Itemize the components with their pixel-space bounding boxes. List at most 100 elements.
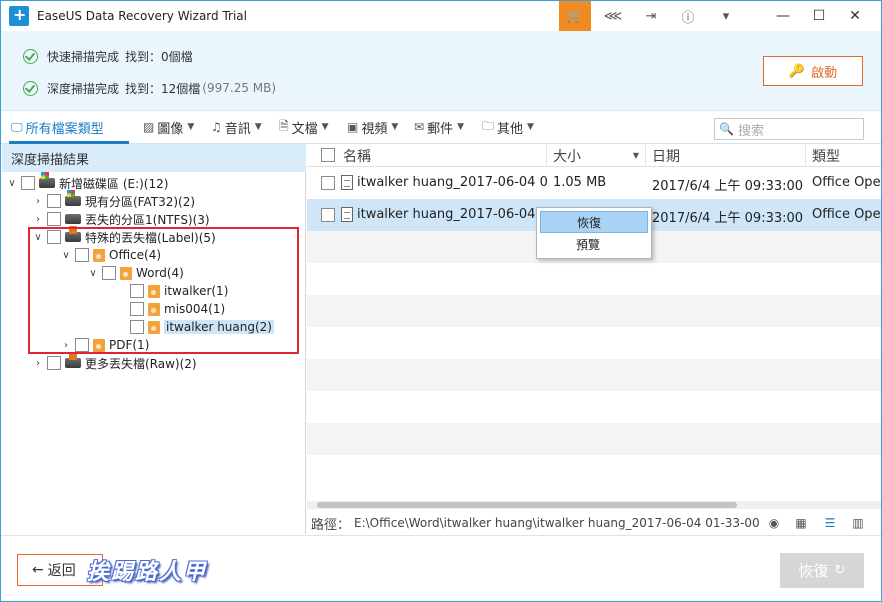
chevron-right-icon[interactable]: ›: [32, 214, 44, 225]
cart-icon[interactable]: 🛒: [559, 1, 591, 31]
file-name: itwalker huang_2017-06-04 01-...: [357, 207, 547, 222]
check-circle-icon: [23, 48, 38, 64]
recover-button-label: 恢復: [798, 562, 829, 580]
file-list-header: 名稱 大小 ▼ 日期 類型: [307, 144, 881, 167]
window-title: EaseUS Data Recovery Wizard Trial: [37, 9, 247, 23]
tree-checkbox[interactable]: [47, 194, 61, 208]
deep-scan-found: 找到：12個檔: [125, 81, 201, 96]
tree-checkbox[interactable]: [47, 356, 61, 370]
help-icon[interactable]: ⓘ: [672, 1, 704, 31]
chevron-down-icon: ▼: [254, 122, 262, 132]
empty-row: [307, 327, 881, 359]
column-label: 類型: [812, 148, 840, 165]
tab-all-file-types[interactable]: 🖵 所有檔案類型: [11, 117, 104, 137]
file-date: 2017/6/4 上午 09:33:00: [652, 211, 804, 226]
detail-view-icon[interactable]: ▥: [851, 516, 865, 530]
maximize-button[interactable]: ☐: [801, 1, 837, 31]
file-type: Office Open: [812, 175, 881, 190]
row-checkbox[interactable]: [321, 208, 335, 222]
tab-label: 郵件: [427, 121, 454, 137]
document-icon: 🗎: [279, 118, 289, 133]
recover-button[interactable]: 恢復 ↻: [780, 553, 864, 588]
chevron-right-icon[interactable]: ›: [32, 196, 44, 207]
column-date[interactable]: 日期: [646, 144, 806, 167]
tree-item-label: 現有分區(FAT32)(2): [85, 194, 196, 209]
context-menu: 恢復 預覽: [536, 207, 652, 259]
tree-item-label: 丟失的分區1(NTFS)(3): [85, 212, 210, 227]
highlight-annotation-box: [28, 227, 299, 354]
column-label: 日期: [652, 148, 680, 165]
video-icon: ▣: [347, 120, 359, 134]
file-size: 1.05 MB: [553, 175, 607, 190]
chevron-down-icon: ▼: [321, 122, 329, 132]
tab-label: 文檔: [291, 121, 318, 137]
tree-item-more-lost-raw[interactable]: › 更多丟失檔(Raw)(2): [32, 352, 197, 372]
check-circle-icon: [23, 80, 38, 96]
chevron-right-icon[interactable]: ›: [32, 358, 44, 369]
empty-row: [307, 423, 881, 455]
chevron-down-icon[interactable]: ∨: [6, 178, 18, 189]
deep-scan-size: (997.25 MB): [202, 81, 277, 95]
drive-icon: [65, 190, 81, 206]
tab-other[interactable]: 🗀 其他 ▼: [482, 117, 534, 137]
table-row[interactable]: itwalker huang_2017-06-04 01-... 1.05 MB…: [307, 167, 881, 199]
tab-video[interactable]: ▣ 視頻 ▼: [347, 117, 398, 137]
column-label: 名稱: [343, 148, 371, 165]
quick-scan-found: 找到：0個檔: [125, 49, 193, 64]
drive-icon: [65, 214, 81, 224]
empty-row: [307, 295, 881, 327]
login-icon[interactable]: ⇥: [635, 1, 667, 31]
share-icon[interactable]: ⋘: [597, 1, 629, 31]
close-button[interactable]: ✕: [837, 1, 873, 31]
tree-item-fat32[interactable]: › 現有分區(FAT32)(2): [32, 190, 196, 210]
search-input[interactable]: 🔍 搜索: [714, 118, 864, 140]
mail-icon: ✉: [414, 120, 425, 134]
list-view-icon[interactable]: ☰: [823, 516, 837, 530]
file-date: 2017/6/4 上午 09:33:00: [652, 179, 804, 194]
menu-icon[interactable]: ▾: [710, 1, 742, 31]
tree-checkbox[interactable]: [47, 212, 61, 226]
minimize-button[interactable]: —: [765, 1, 801, 31]
title-bar: EaseUS Data Recovery Wizard Trial 🛒 ⋘ ⇥ …: [1, 1, 881, 31]
tree-panel-title: 深度掃描結果: [2, 144, 306, 172]
horizontal-scrollbar[interactable]: [307, 501, 881, 509]
scan-status-panel: 快速掃描完成 找到：0個檔 深度掃描完成 找到：12個檔 (997.25 MB)…: [1, 31, 881, 111]
context-menu-preview[interactable]: 預覽: [540, 233, 648, 255]
path-value: E:\Office\Word\itwalker huang\itwalker h…: [354, 516, 761, 530]
quick-scan-status: 快速掃描完成 找到：0個檔: [23, 47, 193, 65]
tab-images[interactable]: ▨ 圖像 ▼: [143, 117, 194, 137]
row-checkbox[interactable]: [321, 176, 335, 190]
column-label: 大小: [553, 148, 581, 165]
watermark-text: 挨踢路人甲: [87, 560, 208, 585]
tab-label: 音訊: [224, 121, 251, 137]
deep-scan-label: 深度掃描完成: [47, 81, 120, 96]
footer: ← 返回 挨踢路人甲 恢復 ↻: [1, 535, 881, 601]
tab-label: 視頻: [361, 121, 388, 137]
empty-row: [307, 359, 881, 391]
tab-audio[interactable]: ♫ 音訊 ▼: [211, 117, 262, 137]
tree-item-volume-e[interactable]: ∨ 新增磁碟區 (E:)(12): [6, 172, 168, 192]
select-all-checkbox[interactable]: [321, 148, 335, 162]
column-name[interactable]: 名稱: [337, 144, 547, 167]
start-button[interactable]: 🔑 啟動: [763, 56, 863, 86]
scrollbar-thumb[interactable]: [317, 502, 737, 508]
deep-scan-status: 深度掃描完成 找到：12個檔 (997.25 MB): [23, 79, 276, 97]
tree-item-lost-ntfs[interactable]: › 丟失的分區1(NTFS)(3): [32, 210, 210, 228]
file-name: itwalker huang_2017-06-04 01-...: [357, 175, 547, 190]
image-icon: ▨: [143, 120, 155, 134]
context-menu-recover[interactable]: 恢復: [540, 211, 648, 233]
empty-row: [307, 455, 881, 487]
app-window: EaseUS Data Recovery Wizard Trial 🛒 ⋘ ⇥ …: [0, 0, 882, 602]
thumbnail-view-icon[interactable]: ▦: [794, 516, 808, 530]
column-size[interactable]: 大小 ▼: [547, 144, 646, 167]
column-type[interactable]: 類型: [806, 144, 881, 167]
empty-row: [307, 391, 881, 423]
tab-label: 圖像: [157, 121, 184, 137]
app-logo-icon: [9, 5, 29, 26]
preview-eye-icon[interactable]: ◉: [767, 516, 781, 530]
tab-documents[interactable]: 🗎 文檔 ▼: [279, 117, 329, 137]
tab-mail[interactable]: ✉ 郵件 ▼: [414, 117, 464, 137]
chevron-down-icon: ▼: [457, 122, 464, 132]
path-label: 路徑：: [311, 517, 351, 533]
tree-checkbox[interactable]: [21, 176, 35, 190]
